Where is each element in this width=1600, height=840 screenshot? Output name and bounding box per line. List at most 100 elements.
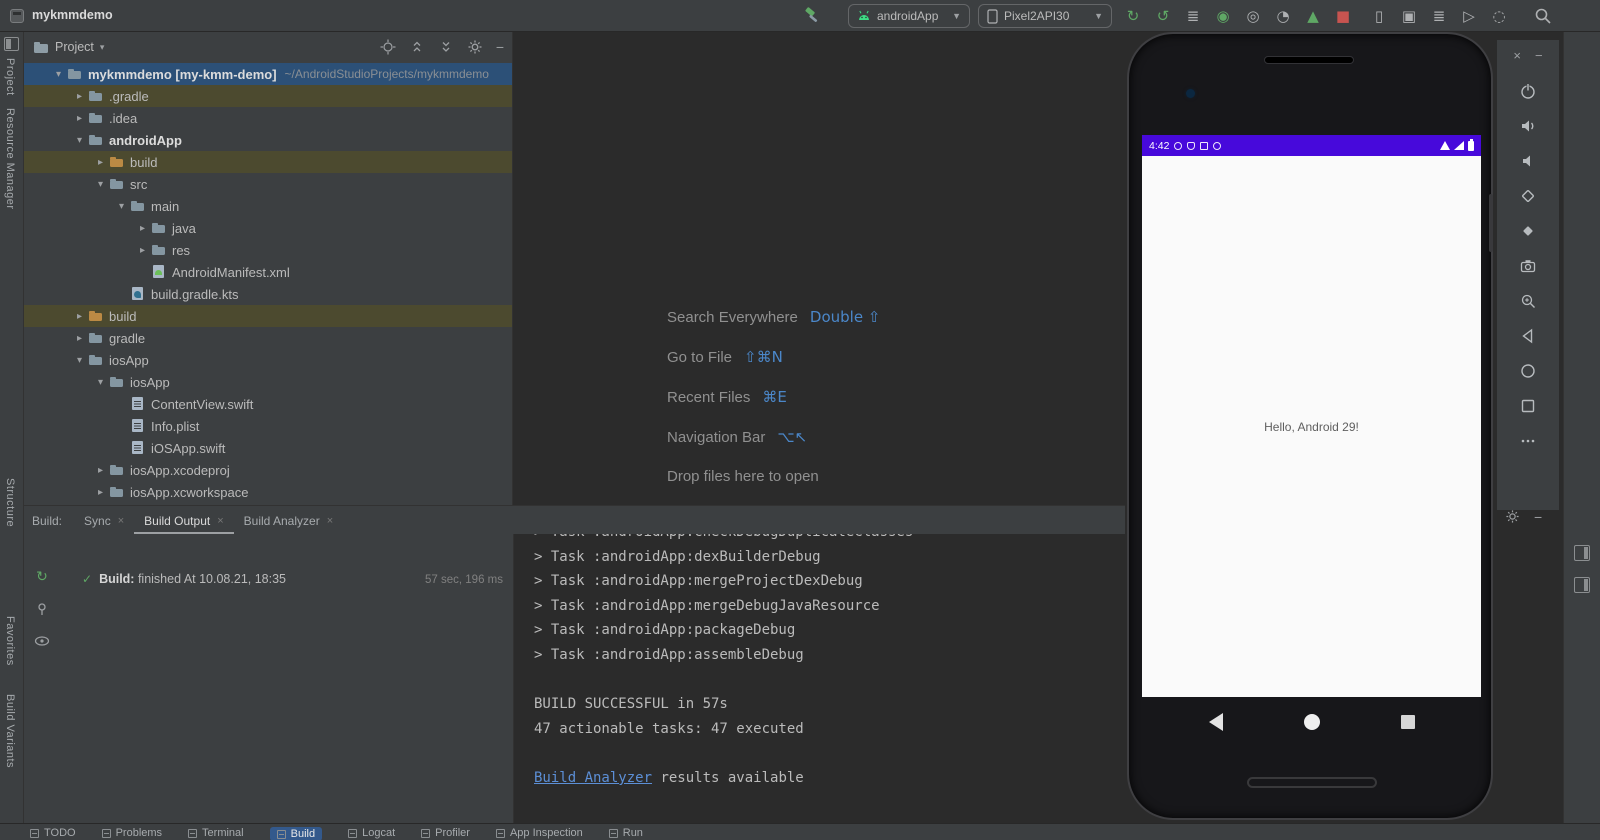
tree-row[interactable]: ▾ iosApp xyxy=(24,371,512,393)
sync-project-icon[interactable]: ◌ xyxy=(1486,5,1512,27)
locate-file-icon[interactable] xyxy=(380,39,396,55)
camera-icon[interactable] xyxy=(1517,255,1539,277)
status-bar-item[interactable]: Run xyxy=(608,827,643,839)
status-bar-item[interactable]: Build xyxy=(269,827,323,840)
tree-row[interactable]: ▸ .gradle xyxy=(24,85,512,107)
tree-row[interactable]: ▾ androidApp xyxy=(24,129,512,151)
volume-down-icon[interactable] xyxy=(1517,150,1539,172)
tree-chevron-icon[interactable]: ▸ xyxy=(71,113,88,124)
tree-chevron-icon[interactable] xyxy=(113,443,130,454)
build-tab[interactable]: Build Analyzer × xyxy=(234,506,343,534)
close-tab-icon[interactable]: × xyxy=(327,515,333,528)
nav-back-icon[interactable] xyxy=(1209,713,1223,731)
tree-row[interactable]: ContentView.swift xyxy=(24,393,512,415)
tree-chevron-icon[interactable] xyxy=(113,421,130,432)
device-select[interactable]: Pixel2API30 ▼ xyxy=(978,4,1112,28)
tree-row[interactable]: Info.plist xyxy=(24,415,512,437)
project-tool-icon[interactable] xyxy=(4,37,19,51)
home-icon[interactable] xyxy=(1517,360,1539,382)
status-bar-item[interactable]: Profiler xyxy=(421,827,470,839)
tree-row[interactable]: ▸ gradle xyxy=(24,327,512,349)
tree-chevron-icon[interactable]: ▸ xyxy=(71,311,88,322)
power-icon[interactable] xyxy=(1517,80,1539,102)
status-bar-item[interactable]: Problems xyxy=(101,827,162,839)
collapse-all-icon[interactable] xyxy=(438,39,454,55)
tool-window-button[interactable]: Structure xyxy=(4,478,16,527)
build-tab[interactable]: Sync × xyxy=(74,506,134,534)
inspect-eye-icon[interactable] xyxy=(33,632,51,650)
debug-icon[interactable]: ◉ xyxy=(1210,5,1236,27)
build-analyzer-link[interactable]: Build Analyzer xyxy=(534,770,652,786)
run-config-select[interactable]: androidApp ▼ xyxy=(848,4,970,28)
search-everywhere-icon[interactable] xyxy=(1534,7,1554,27)
back-icon[interactable] xyxy=(1517,325,1539,347)
tree-chevron-icon[interactable]: ▾ xyxy=(71,355,88,366)
emulator-screen[interactable]: 4:42 Hello, Android 29! xyxy=(1142,135,1481,697)
tree-chevron-icon[interactable] xyxy=(113,399,130,410)
tree-row[interactable]: ▸ build xyxy=(24,305,512,327)
tree-row[interactable]: ▸ java xyxy=(24,217,512,239)
pin-icon[interactable] xyxy=(33,600,51,618)
hide-panel-icon[interactable]: − xyxy=(1534,510,1542,524)
attach-debugger-icon[interactable]: ◎ xyxy=(1240,5,1266,27)
hide-panel-icon[interactable]: − xyxy=(496,40,504,54)
tree-row[interactable]: ▾ main xyxy=(24,195,512,217)
more-icon[interactable] xyxy=(1517,430,1539,452)
run-configurations-icon[interactable]: ≣ xyxy=(1180,5,1206,27)
status-bar-item[interactable]: Terminal xyxy=(188,827,244,839)
close-tab-icon[interactable]: × xyxy=(118,515,124,528)
tree-chevron-icon[interactable]: ▸ xyxy=(92,465,109,476)
status-bar-item[interactable]: Logcat xyxy=(348,827,395,839)
tree-chevron-icon[interactable]: ▾ xyxy=(50,69,67,80)
stop-icon[interactable]: ■ xyxy=(1330,5,1356,27)
minimize-icon[interactable]: − xyxy=(1535,48,1543,63)
settings-gear-icon[interactable] xyxy=(467,39,483,55)
tree-row[interactable]: build.gradle.kts xyxy=(24,283,512,305)
tree-chevron-icon[interactable] xyxy=(113,289,130,300)
tree-row[interactable]: ▸ iosApp.xcworkspace xyxy=(24,481,512,503)
layout-inspector-icon[interactable]: ▣ xyxy=(1396,5,1422,27)
tree-chevron-icon[interactable] xyxy=(134,267,151,278)
tree-row[interactable]: ▸ res xyxy=(24,239,512,261)
zoom-icon[interactable] xyxy=(1517,290,1539,312)
tree-chevron-icon[interactable]: ▾ xyxy=(71,135,88,146)
tree-row[interactable]: ▾ iosApp xyxy=(24,349,512,371)
tree-row[interactable]: ▾ src xyxy=(24,173,512,195)
build-status-row[interactable]: ✓ Build: finished At 10.08.21, 18:35 xyxy=(82,572,286,586)
apply-changes-icon[interactable]: ↻ xyxy=(1120,5,1146,27)
volume-up-icon[interactable] xyxy=(1517,115,1539,137)
device-mirror-icon[interactable]: ▷ xyxy=(1456,5,1482,27)
profile-icon[interactable]: ◔ xyxy=(1270,5,1296,27)
status-bar-item[interactable]: TODO xyxy=(30,827,76,839)
project-view-title[interactable]: Project xyxy=(55,40,94,54)
build-hammer-icon[interactable] xyxy=(802,6,822,26)
device-manager-icon[interactable]: ▯ xyxy=(1366,5,1392,27)
rerun-activity-icon[interactable]: ↺ xyxy=(1150,5,1176,27)
rotate-left-icon[interactable] xyxy=(1517,185,1539,207)
logcat-icon[interactable]: ≣ xyxy=(1426,5,1452,27)
tool-window-button[interactable]: Resource Manager xyxy=(4,108,16,210)
tree-chevron-icon[interactable]: ▸ xyxy=(92,157,109,168)
tree-chevron-icon[interactable]: ▸ xyxy=(134,245,151,256)
tree-chevron-icon[interactable]: ▾ xyxy=(92,179,109,190)
device-manager-tool-button[interactable] xyxy=(1574,577,1590,593)
tree-row[interactable]: AndroidManifest.xml xyxy=(24,261,512,283)
tool-window-button[interactable]: Project xyxy=(4,58,16,96)
tree-chevron-icon[interactable]: ▾ xyxy=(92,377,109,388)
tool-window-button[interactable]: Favorites xyxy=(4,616,16,666)
close-icon[interactable]: × xyxy=(1513,48,1521,63)
expand-all-icon[interactable] xyxy=(409,39,425,55)
settings-gear-icon[interactable] xyxy=(1505,509,1520,524)
tree-chevron-icon[interactable]: ▸ xyxy=(92,487,109,498)
build-tab[interactable]: Build Output × xyxy=(134,506,234,534)
close-tab-icon[interactable]: × xyxy=(217,515,223,528)
record-icon[interactable]: ▲ xyxy=(1300,5,1326,27)
nav-overview-icon[interactable] xyxy=(1401,715,1415,729)
tree-chevron-icon[interactable]: ▸ xyxy=(134,223,151,234)
tree-row[interactable]: ▾ mykmmdemo [my-kmm-demo] ~/AndroidStudi… xyxy=(24,63,512,85)
nav-home-icon[interactable] xyxy=(1304,714,1320,730)
chevron-down-icon[interactable]: ▾ xyxy=(100,42,105,53)
tool-window-button[interactable]: Build Variants xyxy=(4,694,16,768)
rerun-build-icon[interactable]: ↻ xyxy=(33,568,51,586)
tree-row[interactable]: ▸ iosApp.xcodeproj xyxy=(24,459,512,481)
